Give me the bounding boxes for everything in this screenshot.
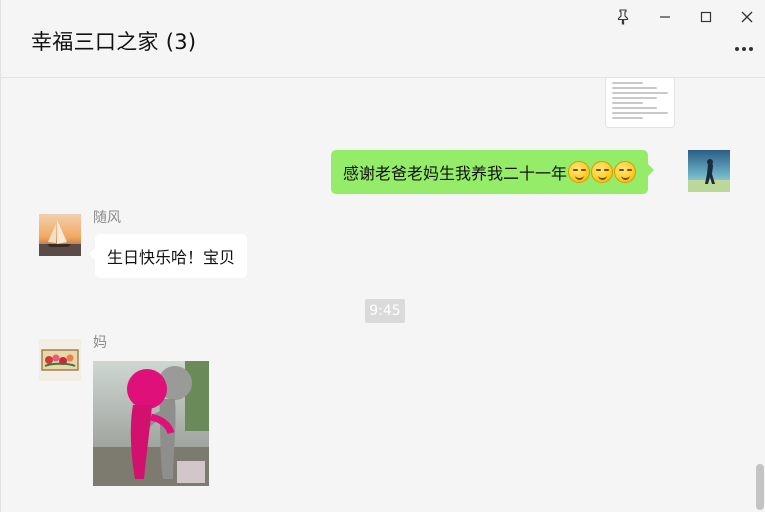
timestamp-badge: 9:45 xyxy=(365,299,405,323)
chat-title: 幸福三口之家 (3) xyxy=(31,30,197,54)
incoming-message-bubble[interactable]: 生日快乐哈！宝贝 xyxy=(88,234,248,278)
sender-avatar[interactable] xyxy=(39,339,81,381)
minimize-icon[interactable] xyxy=(653,6,677,28)
sender-name: 妈 xyxy=(93,335,107,351)
chat-window: 幸福三口之家 (3) 感谢老爸老妈生我养我二十一年 随风 生日快乐哈！宝贝 9:… xyxy=(0,0,765,512)
pin-icon[interactable] xyxy=(611,6,635,28)
sender-name: 随风 xyxy=(93,210,121,226)
my-avatar[interactable] xyxy=(688,150,730,192)
close-icon[interactable] xyxy=(735,6,759,28)
file-message-thumbnail[interactable] xyxy=(605,78,675,128)
maximize-icon[interactable] xyxy=(694,6,718,28)
chat-header: 幸福三口之家 (3) xyxy=(1,0,765,78)
message-list[interactable]: 感谢老爸老妈生我养我二十一年 随风 生日快乐哈！宝贝 9:45 妈 xyxy=(1,78,765,512)
message-text: 生日快乐哈！宝贝 xyxy=(107,248,236,267)
smirk-emoji-icon xyxy=(568,161,591,183)
sender-avatar[interactable] xyxy=(39,214,81,256)
smirk-emoji-icon xyxy=(591,161,614,183)
more-icon[interactable] xyxy=(732,40,756,58)
smirk-emoji-icon xyxy=(614,161,637,183)
scrollbar-thumb[interactable] xyxy=(756,464,764,510)
message-text: 感谢老爸老妈生我养我二十一年 xyxy=(343,164,568,183)
my-message-bubble[interactable]: 感谢老爸老妈生我养我二十一年 xyxy=(331,150,655,194)
crochet-dolls-photo[interactable] xyxy=(93,361,209,486)
